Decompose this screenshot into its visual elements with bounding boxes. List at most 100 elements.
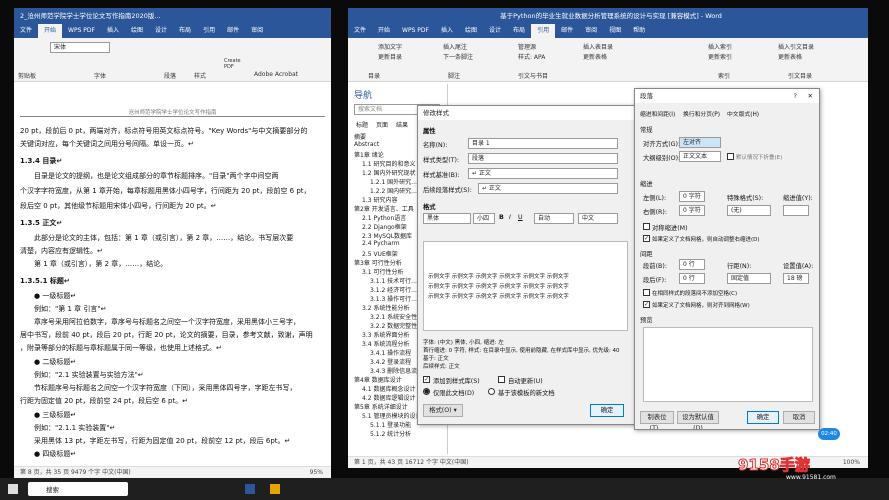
tab-view[interactable]: 视图 [603, 24, 627, 38]
tab-design[interactable]: 设计 [149, 24, 173, 38]
collapsed-checkbox[interactable] [727, 153, 734, 160]
next-style-select[interactable]: ↵ 正文 [478, 183, 618, 194]
tab-references[interactable]: 引用 [197, 24, 221, 38]
nav-tab-headings[interactable]: 标题 [356, 120, 368, 129]
nav-heading-item[interactable]: 第2章 开发语言、工具 [354, 204, 414, 213]
nav-heading-item[interactable]: 第3章 可行性分析 [354, 258, 402, 267]
nav-heading-item[interactable]: 3.1.3 操作可行... [370, 294, 417, 303]
windows-start-icon[interactable] [8, 484, 18, 494]
tab-help[interactable]: 帮助 [627, 24, 651, 38]
before-input[interactable]: 0 行 [679, 259, 705, 270]
update-toc-button[interactable]: 更新目录 [378, 52, 402, 61]
bold-button[interactable]: B [499, 214, 504, 221]
tab-draw[interactable]: 绘图 [459, 24, 483, 38]
help-icon[interactable]: ? [794, 89, 797, 103]
tab-line-page-breaks[interactable]: 换行和分页(P) [683, 109, 720, 118]
tab-review[interactable]: 审阅 [245, 24, 269, 38]
nav-heading-item[interactable]: 1.2 国内外研究现状 [362, 168, 415, 177]
close-icon[interactable]: ✕ [808, 89, 813, 103]
paragraph-ok-button[interactable]: 确定 [747, 411, 779, 424]
alignment-select[interactable]: 左对齐 [679, 137, 721, 148]
right-indent-input[interactable]: 0 字符 [679, 205, 705, 216]
new-docs-radio[interactable] [488, 388, 495, 395]
nav-heading-item[interactable]: 2.4 Pycharm [362, 240, 400, 247]
nav-heading-item[interactable]: 第5章 系统详细设计 [354, 402, 408, 411]
outline-select[interactable]: 正文文本 [679, 151, 721, 162]
tab-mailings[interactable]: 邮件 [221, 24, 245, 38]
tab-layout[interactable]: 布局 [507, 24, 531, 38]
update-toa-button[interactable]: 更新表格 [778, 52, 802, 61]
color-select[interactable]: 自动 [534, 213, 574, 224]
tab-mailings[interactable]: 邮件 [555, 24, 579, 38]
word-taskbar-icon[interactable] [245, 484, 255, 494]
tab-file[interactable]: 文件 [14, 24, 38, 38]
nav-heading-item[interactable]: 3.1.1 技术可行... [370, 276, 417, 285]
nav-heading-item[interactable]: 3.1 可行性分析 [362, 267, 403, 276]
tab-file[interactable]: 文件 [348, 24, 372, 38]
nav-heading-item[interactable]: 3.4.2 登录流程 [370, 357, 411, 366]
nav-heading-item[interactable]: 3.4.3 删除信息流程 [370, 366, 423, 375]
nav-tab-results[interactable]: 结果 [396, 120, 408, 129]
tab-home[interactable]: 开始 [372, 24, 396, 38]
nav-heading-item[interactable]: 5.1 管理员模块的设计 [362, 411, 421, 420]
nav-heading-item[interactable]: 2.3 MySQL数据库 [362, 231, 412, 240]
tabs-button[interactable]: 制表位(T)... [640, 411, 674, 429]
snap-grid-checkbox[interactable]: ✓ [643, 301, 650, 308]
nav-tab-pages[interactable]: 页面 [376, 120, 388, 129]
nav-heading-item[interactable]: 4.1 数据库概念设计 [362, 384, 415, 393]
insert-endnote-button[interactable]: 插入尾注 [443, 42, 467, 51]
update-index-button[interactable]: 更新索引 [708, 52, 732, 61]
nav-heading-item[interactable]: 2.1 Python语言 [362, 213, 406, 222]
nav-heading-item[interactable]: 2.5 VUE框架 [362, 249, 398, 258]
nav-heading-item[interactable]: 1.3 研究内容 [362, 195, 397, 204]
only-this-doc-radio[interactable]: ● [423, 388, 430, 395]
create-pdf-button[interactable]: Create PDF [224, 58, 244, 70]
nav-heading-item[interactable]: 3.3 系统界面分析 [362, 330, 409, 339]
nav-heading-item[interactable]: 3.2.1 系统安全性 [370, 312, 417, 321]
tab-draw[interactable]: 绘图 [125, 24, 149, 38]
script-select[interactable]: 中文 [578, 213, 618, 224]
special-select[interactable]: (无) [727, 205, 771, 216]
ok-button[interactable]: 确定 [590, 404, 624, 417]
nav-heading-item[interactable]: 4.2 数据库逻辑设计 [362, 393, 415, 402]
indent-by-input[interactable] [783, 205, 809, 216]
tab-layout[interactable]: 布局 [173, 24, 197, 38]
style-type-select[interactable]: 段落 [468, 153, 618, 164]
taskbar-search[interactable]: 搜索 [28, 482, 128, 496]
line-spacing-select[interactable]: 固定值 [727, 273, 771, 284]
tab-insert[interactable]: 插入 [101, 24, 125, 38]
nav-heading-item[interactable]: 摘要 [354, 132, 366, 141]
no-space-checkbox[interactable] [643, 289, 650, 296]
nav-heading-item[interactable]: 2.2 Django框架 [362, 222, 407, 231]
size-select[interactable]: 小四 [473, 213, 495, 224]
mirror-checkbox[interactable] [643, 223, 650, 230]
nav-heading-item[interactable]: 第4章 数据库设计 [354, 375, 402, 384]
tab-wps-pdf[interactable]: WPS PDF [62, 24, 101, 38]
underline-button[interactable]: U [518, 214, 523, 221]
manage-sources-button[interactable]: 管理源 [518, 42, 536, 51]
nav-heading-item[interactable]: 第1章 绪论 [354, 150, 384, 159]
tab-review[interactable]: 审阅 [579, 24, 603, 38]
nav-heading-item[interactable]: 3.2.2 数据完整性 [370, 321, 417, 330]
tab-design[interactable]: 设计 [483, 24, 507, 38]
format-button[interactable]: 格式(O) ▾ [423, 404, 463, 417]
add-to-gallery-checkbox[interactable]: ✓ [423, 376, 430, 383]
nav-heading-item[interactable]: 3.4.1 操作流程 [370, 348, 411, 357]
nav-heading-item[interactable]: 1.1 研究目的和意义 [362, 159, 415, 168]
insert-index-button[interactable]: 插入索引 [708, 42, 732, 51]
tab-home[interactable]: 开始 [38, 24, 63, 38]
nav-heading-item[interactable]: 1.2.2 国内研究... [370, 186, 417, 195]
style-select[interactable]: 样式: APA [518, 52, 545, 61]
nav-heading-item[interactable]: 3.4 系统流程分析 [362, 339, 409, 348]
tab-wps-pdf[interactable]: WPS PDF [396, 24, 435, 38]
next-footnote-button[interactable]: 下一条脚注 [443, 52, 473, 61]
nav-heading-item[interactable]: 3.2 系统性能分析 [362, 303, 409, 312]
after-input[interactable]: 0 行 [679, 273, 705, 284]
tab-insert[interactable]: 插入 [435, 24, 459, 38]
insert-toa-button[interactable]: 插入引文目录 [778, 42, 814, 51]
font-select[interactable]: 黑体 [423, 213, 471, 224]
tab-asian-typography[interactable]: 中文版式(H) [727, 109, 759, 118]
add-text-button[interactable]: 添加文字 [378, 42, 402, 51]
tab-indents-spacing[interactable]: 缩进和间距(I) [640, 109, 675, 118]
style-based-select[interactable]: ↵ 正文 [468, 168, 618, 179]
